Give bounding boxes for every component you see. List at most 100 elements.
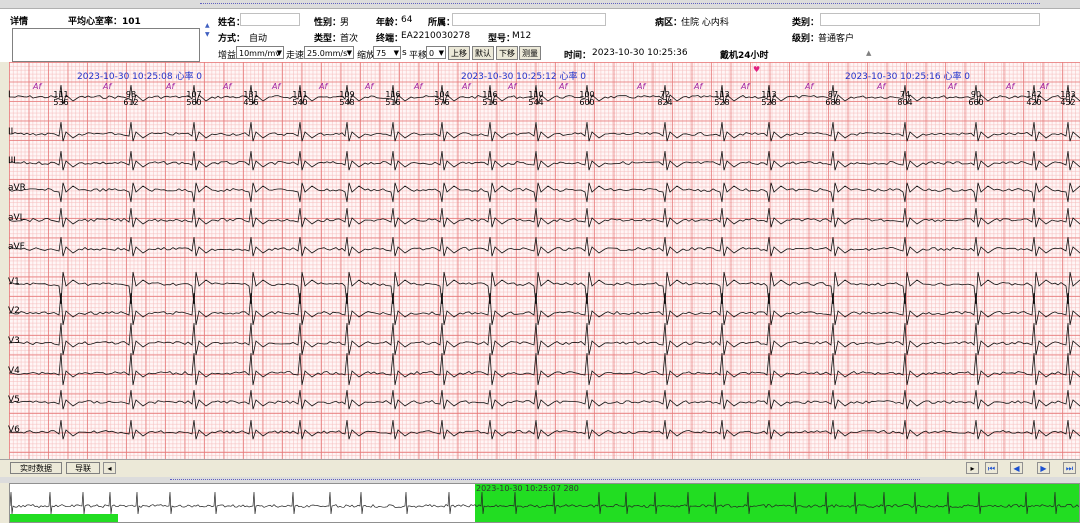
lead-label-v4: V4: [8, 366, 20, 376]
terminal-label: 终端：: [376, 34, 404, 44]
next-page-icon[interactable]: ▶: [1037, 462, 1050, 474]
model-value: M12: [512, 31, 532, 41]
beat-rr-value: 516: [385, 98, 401, 107]
af-beat-marker: Af: [559, 82, 568, 91]
patient-info-panel: 详情 平均心室率：101 ▲ ▼ 姓名： 性别： 男 年龄： 64 所属： 病区：…: [0, 9, 1080, 63]
measure-button[interactable]: 测量: [519, 46, 541, 60]
lead-label-avf: aVF: [8, 242, 25, 252]
ecg-timestamp: 2023-10-30 10:25:08 心率 0: [77, 72, 203, 82]
speed-label: 走速: [286, 51, 305, 61]
lead-tab[interactable]: 导联: [66, 462, 100, 474]
category-field: [820, 13, 1040, 26]
scroll-up-icon[interactable]: ▲: [866, 49, 871, 57]
time-label: 时间：: [564, 51, 592, 61]
lead-label-v6: V6: [8, 425, 20, 435]
ecg-trace-v6: [9, 419, 1080, 440]
speed-select[interactable]: 25.0mm/s ▼: [304, 46, 354, 59]
category-label: 类别：: [792, 18, 820, 28]
beat-rr-value: 528: [714, 98, 730, 107]
ecg-trace-v3: [9, 322, 1080, 356]
time-value: 2023-10-30 10:25:36: [592, 48, 688, 58]
type-label: 类型：: [314, 34, 342, 44]
ecg-trace-v2: [9, 292, 1080, 326]
beat-rr-value: 544: [528, 98, 544, 107]
mode-value: 自动: [249, 34, 268, 44]
ward-label: 病区：: [655, 18, 683, 28]
affiliation-label: 所属：: [428, 18, 456, 28]
af-beat-marker: Af: [166, 82, 175, 91]
shift-label: 平移: [409, 51, 428, 61]
scale-select[interactable]: 75 ▼: [373, 46, 401, 59]
top-splitter-bar[interactable]: [0, 0, 1080, 9]
chevron-down-icon: ▼: [346, 49, 352, 57]
lead-label-v5: V5: [8, 395, 20, 405]
af-beat-marker: Af: [1040, 82, 1049, 91]
lead-label-avr: aVR: [8, 183, 26, 193]
scale-unit: s: [402, 48, 407, 58]
beat-rr-value: 612: [123, 98, 139, 107]
gender-label: 性别：: [314, 18, 342, 28]
default-button[interactable]: 默认: [472, 46, 494, 60]
device-note: 戴机24小时: [720, 51, 769, 61]
mode-label: 方式：: [218, 34, 246, 44]
chevron-down-icon: ▼: [393, 49, 399, 57]
affiliation-field: [452, 13, 606, 26]
prev-page-icon[interactable]: ◀: [1010, 462, 1023, 474]
realtime-data-tab[interactable]: 实时数据: [10, 462, 62, 474]
ward-value: 住院 心内科: [681, 18, 729, 28]
name-field: [240, 13, 300, 26]
move-up-button[interactable]: 上移: [448, 46, 470, 60]
gain-select[interactable]: 10mm/mv ▼: [236, 46, 284, 59]
summary-box: 详情 平均心室率：101: [2, 11, 200, 62]
ecg-waveform-canvas[interactable]: I II III aVR aVL aVF V1 V2 V3 V4 V5 V6 2023-10-30 10…: [8, 62, 1080, 459]
level-value: 普通客户: [818, 34, 855, 44]
beat-rr-value: 516: [482, 98, 498, 107]
beat-rr-value: 660: [968, 98, 984, 107]
shift-select[interactable]: 0 ▼: [426, 46, 446, 59]
level-label: 级别：: [792, 34, 820, 44]
heart-marker-icon[interactable]: ♥: [753, 65, 760, 74]
detail-tab[interactable]: 详情: [10, 14, 28, 27]
model-label: 型号：: [488, 34, 516, 44]
detail-notes-box[interactable]: [12, 28, 200, 62]
af-beat-marker: Af: [877, 82, 886, 91]
last-page-icon[interactable]: ⏭: [1063, 462, 1076, 474]
beat-rr-value: 452: [1060, 98, 1076, 107]
ecg-trace-avr: [9, 182, 1080, 203]
gender-value: 男: [340, 18, 350, 28]
af-beat-marker: Af: [33, 82, 42, 91]
lead-label-avl: aVL: [8, 213, 25, 223]
af-beat-marker: Af: [272, 82, 281, 91]
lead-label-ii: II: [8, 127, 14, 137]
first-page-icon[interactable]: ⏮: [985, 462, 998, 474]
beat-rr-value: 420: [1026, 98, 1042, 107]
lead-label-v2: V2: [8, 306, 20, 316]
beat-rr-value: 688: [825, 98, 841, 107]
collapse-arrows-icon[interactable]: ▲ ▼: [205, 21, 210, 57]
lead-label-iii: III: [8, 156, 16, 166]
move-down-button[interactable]: 下移: [496, 46, 518, 60]
af-beat-marker: Af: [414, 82, 423, 91]
age-value: 64: [401, 15, 413, 25]
af-beat-marker: Af: [365, 82, 374, 91]
ecg-trace-v1: [9, 271, 1080, 305]
beat-rr-value: 456: [243, 98, 259, 107]
type-value: 首次: [340, 34, 359, 44]
overview-strip[interactable]: 2023-10-30 10:25:07 280: [9, 483, 1080, 523]
age-label: 年龄：: [376, 18, 404, 28]
terminal-value: EA2210030278: [401, 31, 471, 41]
chevron-down-icon: ▼: [438, 49, 444, 57]
scroll-right-icon[interactable]: ▸: [966, 462, 979, 474]
overview-trace: 2023-10-30 10:25:07 280: [10, 484, 1079, 522]
avg-hr-value: 101: [122, 17, 141, 27]
af-beat-marker: Af: [948, 82, 957, 91]
bottom-toolbar: 实时数据 导联 ◂ ▸ ⏮ ◀ ▶ ⏭: [0, 459, 1080, 477]
ecg-traces: [9, 84, 1080, 440]
ecg-trace-iii: [9, 150, 1080, 171]
beat-rr-value: 548: [339, 98, 355, 107]
scroll-left-icon[interactable]: ◂: [103, 462, 116, 474]
ecg-trace-avl: [9, 207, 1080, 228]
overview-highlight-left: [10, 514, 118, 522]
beat-rr-value: 824: [657, 98, 673, 107]
af-beat-marker: Af: [103, 82, 112, 91]
